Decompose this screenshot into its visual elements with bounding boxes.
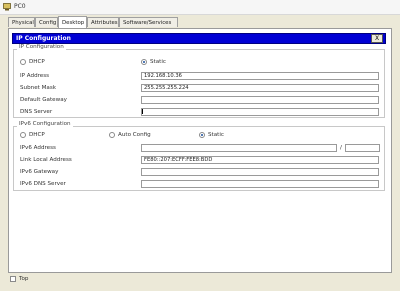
ipv6-static-radio[interactable] (199, 132, 205, 138)
ip-config-title: IP Configuration (16, 35, 71, 42)
default-gateway-label: Default Gateway (20, 97, 67, 103)
ipv6-static-label: Static (208, 132, 224, 138)
ipv4-section-label: IP Configuration (17, 44, 66, 50)
subnet-mask-label: Subnet Mask (20, 85, 57, 91)
text-cursor (142, 109, 143, 114)
link-local-label: Link Local Address (20, 157, 72, 163)
window-title-bar (0, 0, 400, 15)
tab-config[interactable]: Config (35, 17, 58, 27)
ipv6-dns-label: IPv6 DNS Server (20, 181, 66, 187)
dns-server-input[interactable] (141, 108, 379, 116)
tab-software-services[interactable]: Software/Services (119, 17, 178, 27)
ipv6-section-label: IPv6 Configuration (17, 121, 73, 127)
ipv6-dns-input[interactable] (141, 180, 379, 188)
tab-attributes[interactable]: Attributes (87, 17, 119, 27)
window-title: PC0 (14, 3, 26, 10)
ipv6-dhcp-label: DHCP (29, 132, 45, 138)
ipv4-dhcp-label: DHCP (29, 59, 45, 65)
ip-address-input[interactable]: 192.168.10.36 (141, 72, 379, 80)
tab-desktop[interactable]: Desktop (58, 16, 87, 28)
ipv4-dhcp-radio[interactable] (20, 59, 26, 65)
ipv4-static-label: Static (150, 59, 166, 65)
ipv6-dhcp-radio[interactable] (20, 132, 26, 138)
subnet-mask-input[interactable]: 255.255.255.224 (141, 84, 379, 92)
ipv6-prefix-input[interactable] (345, 144, 380, 152)
close-button[interactable]: X (371, 34, 383, 43)
dns-server-label: DNS Server (20, 109, 53, 115)
ipv4-static-radio[interactable] (141, 59, 147, 65)
ipv6-address-label: IPv6 Address (20, 145, 56, 151)
ipv6-auto-config-radio[interactable] (109, 132, 115, 138)
tab-physical[interactable]: Physical (8, 17, 35, 27)
default-gateway-input[interactable] (141, 96, 379, 104)
top-label: Top (19, 276, 29, 282)
pc-app-icon (3, 3, 11, 11)
ipv6-auto-config-label: Auto Config (118, 132, 151, 138)
ipv6-gateway-label: IPv6 Gateway (20, 169, 59, 175)
top-checkbox[interactable] (10, 276, 16, 282)
link-local-input[interactable]: FE80::207:ECFF:FEE8:BDD (141, 156, 379, 164)
prefix-separator: / (340, 145, 342, 151)
ipv6-address-input[interactable] (141, 144, 337, 152)
ipv6-gateway-input[interactable] (141, 168, 379, 176)
ip-address-label: IP Address (20, 73, 50, 79)
